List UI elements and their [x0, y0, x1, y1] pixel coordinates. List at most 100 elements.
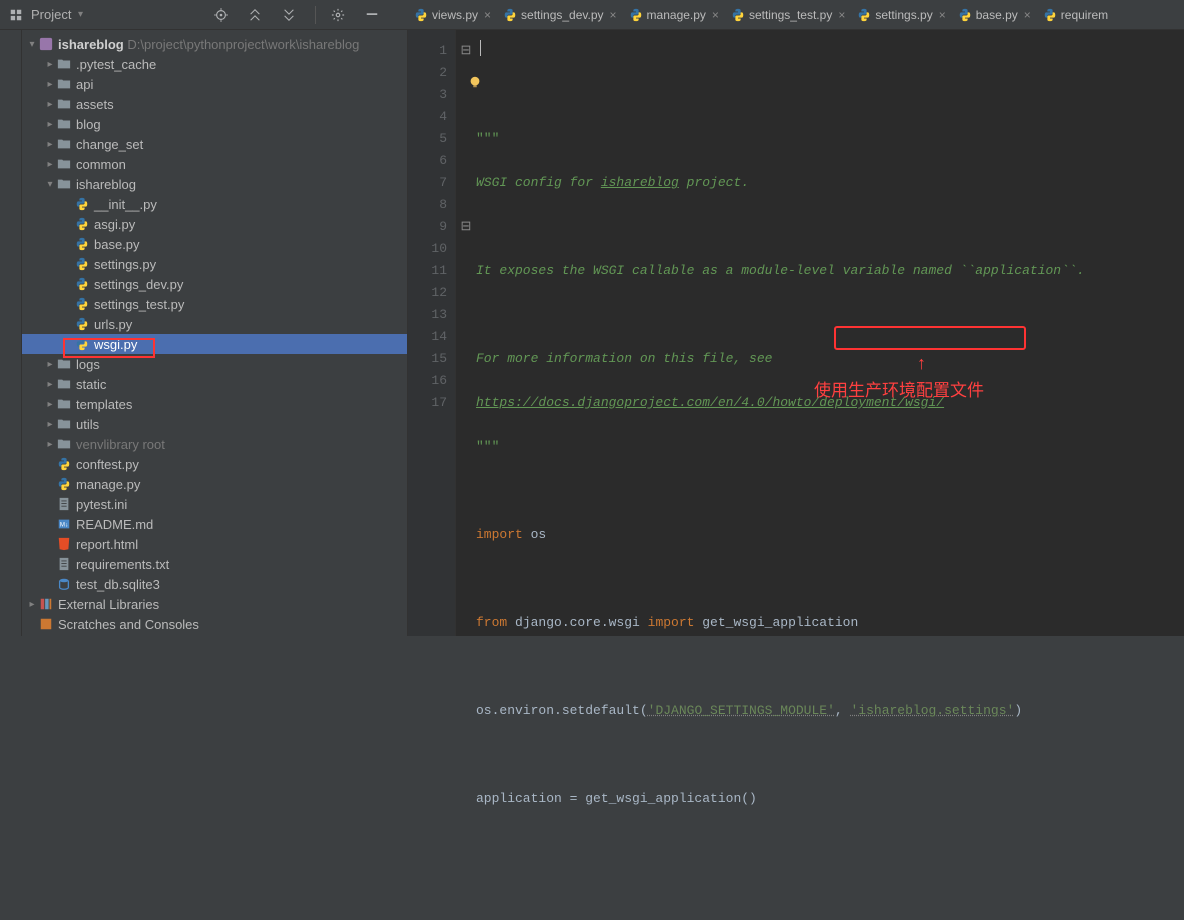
tree-item-settings-py[interactable]: settings.py — [22, 254, 407, 274]
project-selector[interactable]: Project ▾ — [8, 7, 86, 23]
tree-caret[interactable]: ▾ — [26, 39, 38, 50]
line-number: 7 — [408, 172, 447, 194]
tree-item-test_db-sqlite3[interactable]: test_db.sqlite3 — [22, 574, 407, 594]
tab-label: settings_test.py — [749, 8, 832, 22]
tree-item-change_set[interactable]: ▸change_set — [22, 134, 407, 154]
tree-item-templates[interactable]: ▸templates — [22, 394, 407, 414]
code-text: import — [648, 615, 703, 630]
tree-label: base.py — [94, 237, 140, 252]
tab-settings_dev-py[interactable]: settings_dev.py × — [497, 1, 623, 29]
close-icon[interactable]: × — [838, 8, 845, 22]
tree-item-README-md[interactable]: M↓README.md — [22, 514, 407, 534]
intention-bulb-icon[interactable] — [468, 75, 482, 89]
tree-item-settings_test-py[interactable]: settings_test.py — [22, 294, 407, 314]
tree-caret[interactable]: ▸ — [44, 79, 56, 90]
hide-icon[interactable] — [364, 7, 380, 23]
tree-item--pytest_cache[interactable]: ▸.pytest_cache — [22, 54, 407, 74]
project-tree[interactable]: ▾ishareblog D:\project\pythonproject\wor… — [22, 30, 407, 636]
code-text: project. — [679, 175, 749, 190]
tree-suffix: library root — [103, 437, 164, 452]
tree-caret[interactable]: ▸ — [44, 59, 56, 70]
tree-item-venv[interactable]: ▸venv library root — [22, 434, 407, 454]
close-icon[interactable]: × — [1024, 8, 1031, 22]
tree-label: settings.py — [94, 257, 156, 272]
tab-label: settings_dev.py — [521, 8, 604, 22]
expand-all-icon[interactable] — [247, 7, 263, 23]
tab-base-py[interactable]: base.py× — [952, 1, 1037, 29]
file-icon — [56, 536, 72, 552]
tree-item-wsgi-py[interactable]: wsgi.py — [22, 334, 407, 354]
tree-caret[interactable]: ▸ — [44, 439, 56, 450]
file-icon — [56, 136, 72, 152]
tree-item-ishareblog[interactable]: ▾ishareblog — [22, 174, 407, 194]
tool-strip — [0, 30, 22, 636]
tree-caret[interactable]: ▸ — [44, 359, 56, 370]
tab-manage-py[interactable]: manage.py× — [623, 1, 725, 29]
tree-caret[interactable]: ▸ — [44, 159, 56, 170]
close-icon[interactable]: × — [484, 8, 491, 22]
code-text: For more information on this file, see — [476, 351, 772, 366]
file-icon — [74, 236, 90, 252]
tree-item-pytest-ini[interactable]: pytest.ini — [22, 494, 407, 514]
tree-caret[interactable]: ▾ — [44, 179, 56, 190]
file-icon — [74, 276, 90, 292]
tree-caret[interactable]: ▸ — [44, 399, 56, 410]
file-icon — [56, 376, 72, 392]
tree-caret[interactable]: ▸ — [26, 599, 38, 610]
tree-item-settings_dev-py[interactable]: settings_dev.py — [22, 274, 407, 294]
tree-label: pytest.ini — [76, 497, 127, 512]
tree-item--b-style-color-d0d0d0-ishareblog-b-[interactable]: ▾ishareblog D:\project\pythonproject\wor… — [22, 34, 407, 54]
tab-views-py[interactable]: views.py× — [408, 1, 497, 29]
file-icon — [56, 116, 72, 132]
code-area[interactable]: ⊟⊟ """ WSGI config for ishareblog projec… — [456, 30, 1184, 636]
tree-item-assets[interactable]: ▸assets — [22, 94, 407, 114]
tree-item-asgi-py[interactable]: asgi.py — [22, 214, 407, 234]
tree-label: utils — [76, 417, 99, 432]
tree-item-common[interactable]: ▸ common — [22, 154, 407, 174]
close-icon[interactable]: × — [939, 8, 946, 22]
tree-caret[interactable]: ▸ — [44, 419, 56, 430]
code-text: ) — [1014, 703, 1022, 718]
tree-item-urls-py[interactable]: urls.py — [22, 314, 407, 334]
code-text: os — [531, 527, 547, 542]
gear-icon[interactable] — [330, 7, 346, 23]
tree-caret[interactable]: ▸ — [44, 119, 56, 130]
line-number: 9 — [408, 216, 447, 238]
tree-item-External-Libraries[interactable]: ▸External Libraries — [22, 594, 407, 614]
fold-toggle[interactable]: ⊟ — [460, 40, 472, 62]
code-editor[interactable]: 1234567891011121314151617 ⊟⊟ """ WSGI co… — [408, 30, 1184, 636]
tree-item-static[interactable]: ▸static — [22, 374, 407, 394]
tree-label: common — [76, 157, 126, 172]
tree-caret[interactable]: ▸ — [44, 99, 56, 110]
locate-icon[interactable] — [213, 7, 229, 23]
close-icon[interactable]: × — [610, 8, 617, 22]
tab-settings-py[interactable]: settings.py× — [851, 1, 951, 29]
fold-toggle[interactable]: ⊟ — [460, 216, 472, 238]
code-text: application = get_wsgi_application() — [476, 791, 757, 806]
tree-item-api[interactable]: ▸api — [22, 74, 407, 94]
tab-requirem[interactable]: requirem — [1037, 1, 1114, 29]
tree-item-utils[interactable]: ▸ utils — [22, 414, 407, 434]
tree-item-logs[interactable]: ▸logs — [22, 354, 407, 374]
tree-label: report.html — [76, 537, 138, 552]
tree-item-conftest-py[interactable]: conftest.py — [22, 454, 407, 474]
tree-label: conftest.py — [76, 457, 139, 472]
file-icon — [38, 596, 54, 612]
close-icon[interactable]: × — [712, 8, 719, 22]
tree-item-requirements-txt[interactable]: requirements.txt — [22, 554, 407, 574]
tree-item-Scratches-and-Consoles[interactable]: Scratches and Consoles — [22, 614, 407, 634]
tree-caret[interactable]: ▸ — [44, 139, 56, 150]
project-sidebar: ▾ishareblog D:\project\pythonproject\wor… — [0, 30, 408, 636]
tab-settings_test-py[interactable]: settings_test.py × — [725, 1, 851, 29]
tree-item-blog[interactable]: ▸blog — [22, 114, 407, 134]
tree-item-report-html[interactable]: report.html — [22, 534, 407, 554]
tree-item-base-py[interactable]: base.py — [22, 234, 407, 254]
tree-label: ishareblog — [58, 37, 124, 52]
code-text: 'DJANGO_SETTINGS_MODULE' — [648, 703, 835, 718]
tree-item-manage-py[interactable]: manage.py — [22, 474, 407, 494]
file-icon — [74, 316, 90, 332]
collapse-all-icon[interactable] — [281, 7, 297, 23]
tree-item-__init__-py[interactable]: __init__.py — [22, 194, 407, 214]
tree-caret[interactable]: ▸ — [44, 379, 56, 390]
tree-label: settings_test.py — [94, 297, 184, 312]
